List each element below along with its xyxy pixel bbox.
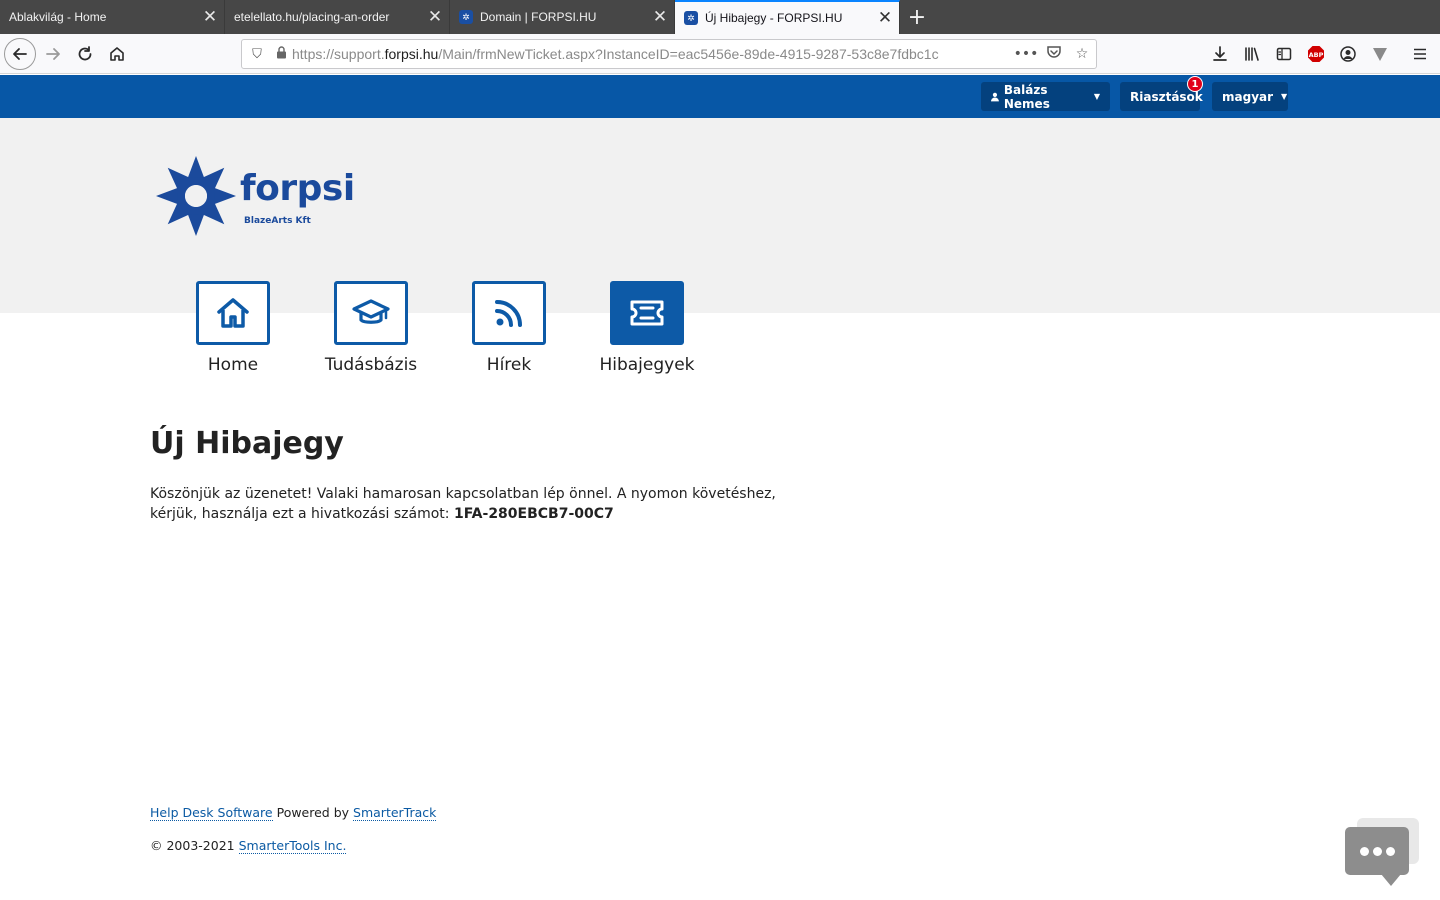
library-icon[interactable]: [1236, 38, 1268, 70]
rss-icon: [495, 300, 522, 327]
forpsi-favicon-icon: ✲: [459, 10, 473, 24]
nav-tile-home[interactable]: Home: [164, 281, 302, 375]
logo-brand-text: forpsi: [240, 168, 355, 209]
browser-tab-uj-hibajegy[interactable]: ✲ Új Hibajegy - FORPSI.HU ✕: [675, 0, 900, 34]
adblock-plus-icon[interactable]: ABP: [1300, 38, 1332, 70]
close-tab-icon[interactable]: ✕: [196, 3, 224, 31]
logo-subtitle: BlazeArts Kft: [244, 216, 311, 226]
home-icon: [217, 298, 249, 328]
svg-text:ABP: ABP: [1309, 51, 1324, 59]
chat-widget-button[interactable]: [1345, 818, 1423, 890]
chevron-down-icon: ▼: [1093, 92, 1100, 101]
nav-label-hibajegyek: Hibajegyek: [599, 355, 695, 375]
url-prefix: https://support.: [292, 46, 385, 62]
back-arrow-icon[interactable]: [4, 38, 36, 70]
forpsi-star-logo-icon: [156, 156, 236, 236]
forpsi-logo[interactable]: forpsi BlazeArts Kft: [152, 150, 362, 240]
user-name-label: Balázs Nemes: [1003, 82, 1050, 111]
help-desk-software-link[interactable]: Help Desk Software: [150, 805, 273, 821]
tab-title: etelellato.hu/placing-an-order: [234, 10, 390, 24]
graduation-cap-icon: [352, 299, 390, 324]
page-actions-more-icon[interactable]: •••: [1012, 46, 1040, 62]
page-title: Új Hibajegy: [150, 426, 344, 461]
close-tab-icon[interactable]: ✕: [871, 4, 899, 32]
user-icon: [991, 92, 999, 101]
tab-title: Ablakvilág - Home: [9, 10, 107, 24]
nav-label-tudasbazis: Tudásbázis: [324, 355, 418, 375]
reload-icon[interactable]: [69, 38, 101, 70]
ticket-reference-number: 1FA-280EBCB7-00C7: [453, 506, 614, 522]
nav-label-hirek: Hírek: [486, 355, 532, 375]
nav-tile-box[interactable]: [334, 281, 408, 345]
close-tab-icon[interactable]: ✕: [421, 3, 449, 31]
smartertrack-link[interactable]: SmarterTrack: [353, 805, 437, 821]
forward-arrow-icon[interactable]: [37, 38, 69, 70]
url-domain: forpsi.hu: [384, 46, 439, 62]
powered-by-text: Powered by: [272, 805, 354, 820]
nav-label-home: Home: [207, 355, 259, 375]
language-select-button[interactable]: magyar ▼: [1212, 82, 1288, 111]
extension-vpn-icon[interactable]: [1364, 38, 1396, 70]
nav-tile-box-selected[interactable]: [610, 281, 684, 345]
confirmation-message: Köszönjük az üzenetet! Valaki hamarosan …: [150, 484, 790, 524]
browser-tab-etelellato[interactable]: etelellato.hu/placing-an-order ✕: [225, 0, 450, 34]
site-top-bar: Balázs Nemes ▼ Riasztások 1 magyar ▼: [0, 75, 1440, 118]
nav-tile-tudasbazis[interactable]: Tudásbázis: [302, 281, 440, 375]
browser-tab-domain-forpsi[interactable]: ✲ Domain | FORPSI.HU ✕: [450, 0, 675, 34]
footer-copyright: © 2003-2021 SmarterTools Inc.: [150, 838, 347, 854]
message-line-1: Köszönjük az üzenetet! Valaki hamarosan …: [150, 486, 776, 502]
new-tab-plus-icon[interactable]: +: [900, 0, 934, 34]
footer-powered-by: Help Desk Software Powered by SmarterTra…: [150, 805, 437, 821]
close-tab-icon[interactable]: ✕: [646, 3, 674, 31]
smartertools-link[interactable]: SmarterTools Inc.: [238, 838, 347, 854]
tab-title: Domain | FORPSI.HU: [480, 10, 597, 24]
ticket-icon: [630, 300, 664, 326]
tracking-protection-shield-icon[interactable]: ⛉: [244, 47, 270, 62]
copyright-text: © 2003-2021: [150, 838, 239, 853]
chevron-down-icon: ▼: [1281, 92, 1288, 101]
language-label: magyar: [1222, 89, 1274, 104]
tab-title: Új Hibajegy - FORPSI.HU: [705, 11, 843, 25]
chat-bubble-icon: [1345, 827, 1409, 875]
hamburger-menu-icon[interactable]: [1404, 38, 1436, 70]
message-line-2: kérjük, használja ezt a hivatkozási szám…: [150, 506, 454, 522]
lock-icon[interactable]: [270, 46, 292, 62]
bookmark-star-icon[interactable]: ☆: [1068, 46, 1096, 62]
pocket-icon[interactable]: [1040, 44, 1068, 64]
url-path: /Main/frmNewTicket.aspx?InstanceID=eac54…: [438, 46, 939, 62]
address-bar[interactable]: ⛉ https://support.forpsi.hu/Main/frmNewT…: [241, 39, 1097, 69]
nav-tile-box[interactable]: [196, 281, 270, 345]
main-nav: Home Tudásbázis Hírek Hibajegyek: [0, 281, 760, 381]
user-menu-button[interactable]: Balázs Nemes ▼: [981, 82, 1110, 111]
sidebar-icon[interactable]: [1268, 38, 1300, 70]
account-icon[interactable]: [1332, 38, 1364, 70]
chat-bubble-tail: [1381, 874, 1401, 886]
nav-tile-hirek[interactable]: Hírek: [440, 281, 578, 375]
url-text[interactable]: https://support.forpsi.hu/Main/frmNewTic…: [292, 46, 1012, 62]
nav-tile-box[interactable]: [472, 281, 546, 345]
browser-nav-bar: ⛉ https://support.forpsi.hu/Main/frmNewT…: [0, 34, 1440, 74]
alerts-count-badge: 1: [1187, 76, 1203, 92]
nav-tile-hibajegyek[interactable]: Hibajegyek: [578, 281, 716, 375]
browser-tab-ablakvilag[interactable]: Ablakvilág - Home ✕: [0, 0, 225, 34]
alerts-button[interactable]: Riasztások 1: [1120, 76, 1203, 111]
home-icon[interactable]: [101, 38, 133, 70]
browser-tab-bar: Ablakvilág - Home ✕ etelellato.hu/placin…: [0, 0, 1440, 34]
downloads-icon[interactable]: [1204, 38, 1236, 70]
forpsi-favicon-icon: ✲: [684, 11, 698, 25]
